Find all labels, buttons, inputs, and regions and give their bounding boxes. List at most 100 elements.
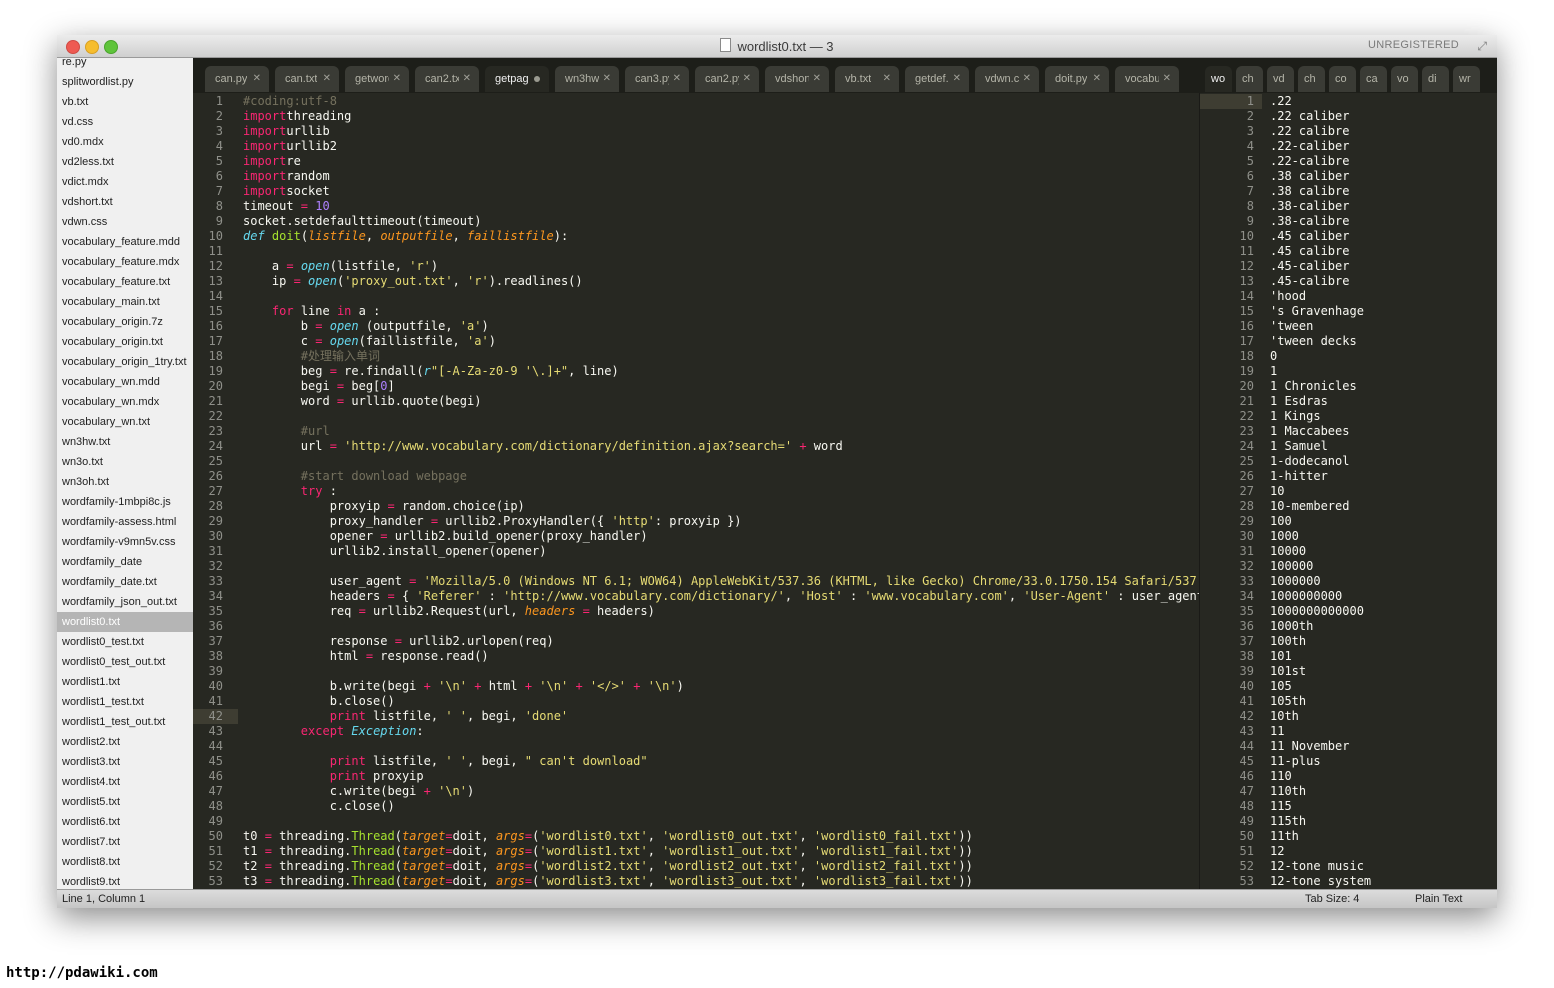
syntax-selector[interactable]: Plain Text	[1415, 890, 1463, 908]
close-tab-icon[interactable]: ✕	[883, 66, 891, 92]
right-pane-tab[interactable]: vd	[1267, 66, 1294, 92]
line-number: 37	[1239, 634, 1254, 648]
sidebar-file-item[interactable]: wordfamily_date.txt	[57, 572, 193, 592]
sidebar-file-item[interactable]: splitwordlist.py	[57, 72, 193, 92]
sidebar-file-item[interactable]: wordfamily_json_out.txt	[57, 592, 193, 612]
editor-tab[interactable]: vocabulary.txt ✕	[1115, 66, 1179, 92]
right-pane-tab[interactable]: vo	[1391, 66, 1418, 92]
wordlist-editor-pane[interactable]: 1.22 2.22 caliber 3.22 calibre 4.22-caliber…	[1200, 93, 1497, 889]
keyword-token: =	[300, 199, 309, 213]
editor-tab[interactable]: can2.txt ✕	[415, 66, 479, 92]
sidebar-file-item[interactable]: vdict.mdx	[57, 172, 193, 192]
sidebar-file-item[interactable]: vd2less.txt	[57, 152, 193, 172]
right-pane-tab[interactable]: wr	[1453, 66, 1480, 92]
sidebar-file-item[interactable]: vb.txt	[57, 92, 193, 112]
builtin-token: open	[329, 334, 359, 348]
sidebar-file-item[interactable]: wordlist0_test.txt	[57, 632, 193, 652]
sidebar-file-item[interactable]: vocabulary_main.txt	[57, 292, 193, 312]
sidebar-file-item[interactable]: vocabulary_origin.7z	[57, 312, 193, 332]
keyword-token: =	[524, 859, 533, 873]
line-number: 23	[208, 424, 223, 438]
line-number: 38	[1239, 649, 1254, 663]
close-tab-icon[interactable]: ✕	[1023, 66, 1031, 92]
sidebar-file-item[interactable]: wordlist9.txt	[57, 872, 193, 889]
line-number: 17	[208, 334, 223, 348]
sidebar-file-item[interactable]: vocabulary_origin.txt	[57, 332, 193, 352]
sidebar-file-item[interactable]: wordlist5.txt	[57, 792, 193, 812]
sidebar-file-item[interactable]: vocabulary_wn.txt	[57, 412, 193, 432]
close-tab-icon[interactable]: ✕	[673, 66, 681, 92]
keyword-token: =	[329, 439, 337, 453]
wordlist-text: .22-calibre	[1270, 154, 1350, 168]
wordlist-text: 1 Maccabees	[1270, 424, 1350, 438]
editor-tab[interactable]: can3.py ✕	[625, 66, 689, 92]
sidebar-file-item[interactable]: vocabulary_wn.mdd	[57, 372, 193, 392]
sidebar-file-item[interactable]: wordfamily_date	[57, 552, 193, 572]
wordlist-text: .22	[1270, 94, 1292, 108]
close-tab-icon[interactable]: ✕	[1093, 66, 1101, 92]
sidebar-file-item[interactable]: wordfamily-v9mn5v.css	[57, 532, 193, 552]
editor-tab[interactable]: getdef.py ✕	[905, 66, 969, 92]
editor-tab[interactable]: vb.txt ✕	[835, 66, 899, 92]
sidebar-file-item[interactable]: wordlist4.txt	[57, 772, 193, 792]
code-line: 40 b.write(begi + '\n' + html + '\n' + '…	[193, 679, 1199, 694]
sidebar-file-item[interactable]: wn3o.txt	[57, 452, 193, 472]
sidebar-file-item[interactable]: wordlist3.txt	[57, 752, 193, 772]
right-pane-tab[interactable]: wo	[1205, 66, 1232, 92]
sidebar-file-item[interactable]: wn3hw.txt	[57, 432, 193, 452]
code-editor-pane[interactable]: 1 #coding:utf-8 2 importthreading 3 importurl…	[193, 93, 1199, 889]
editor-tab[interactable]: can2.py ✕	[695, 66, 759, 92]
wordlist-line: 42 10th	[1200, 709, 1497, 724]
plain-token: ,	[799, 859, 814, 873]
close-tab-icon[interactable]: ✕	[743, 66, 751, 92]
right-pane-tab[interactable]: ca	[1360, 66, 1387, 92]
close-tab-icon[interactable]: ✕	[603, 66, 611, 92]
editor-tab[interactable]: getword.py ✕	[345, 66, 409, 92]
right-pane-tab[interactable]: ch	[1298, 66, 1325, 92]
sidebar-file-item[interactable]: wordlist0_test_out.txt	[57, 652, 193, 672]
sidebar-file-item[interactable]: wordlist8.txt	[57, 852, 193, 872]
sidebar-file-item[interactable]: wn3oh.txt	[57, 472, 193, 492]
sidebar-file-item[interactable]: wordlist1.txt	[57, 672, 193, 692]
tab-size-selector[interactable]: Tab Size: 4	[1305, 890, 1359, 908]
sidebar-file-item[interactable]: vdwn.css	[57, 212, 193, 232]
plain-token: (	[394, 874, 402, 888]
code-line: 53 t3 = threading.Thread(target=doit, arg…	[193, 874, 1199, 889]
close-tab-icon[interactable]: ✕	[1163, 66, 1171, 92]
close-tab-icon[interactable]: ✕	[463, 66, 471, 92]
sidebar-file-item[interactable]: wordfamily-assess.html	[57, 512, 193, 532]
right-pane-tab[interactable]: co	[1329, 66, 1356, 92]
editor-tab[interactable]: vdshort.txt ✕	[765, 66, 829, 92]
sidebar-file-item[interactable]: vd0.mdx	[57, 132, 193, 152]
fullscreen-icon[interactable]: ⤢	[1477, 39, 1487, 54]
close-tab-icon[interactable]: ✕	[323, 66, 331, 92]
sidebar-file-item[interactable]: wordlist7.txt	[57, 832, 193, 852]
sidebar-file-item[interactable]: vocabulary_wn.mdx	[57, 392, 193, 412]
sidebar-file-item[interactable]: vd.css	[57, 112, 193, 132]
close-tab-icon[interactable]: ✕	[253, 66, 261, 92]
sidebar-file-item[interactable]: wordlist6.txt	[57, 812, 193, 832]
sidebar-file-item[interactable]: re.py	[57, 58, 193, 72]
editor-tab[interactable]: can.txt ✕	[275, 66, 339, 92]
sidebar-file-item[interactable]: wordfamily-1mbpi8c.js	[57, 492, 193, 512]
close-tab-icon[interactable]: ✕	[393, 66, 401, 92]
editor-tab[interactable]: getpage.py	[485, 66, 549, 92]
sidebar-file-item[interactable]: vocabulary_feature.txt	[57, 272, 193, 292]
sidebar-file-item[interactable]: vdshort.txt	[57, 192, 193, 212]
sidebar-file-item[interactable]: wordlist2.txt	[57, 732, 193, 752]
right-pane-tab[interactable]: ch	[1236, 66, 1263, 92]
sidebar-file-item[interactable]: wordlist1_test.txt	[57, 692, 193, 712]
editor-tab[interactable]: wn3hw.txt ✕	[555, 66, 619, 92]
sidebar-file-item[interactable]: vocabulary_feature.mdd	[57, 232, 193, 252]
sidebar-file-item[interactable]: vocabulary_feature.mdx	[57, 252, 193, 272]
editor-tab[interactable]: doit.py ✕	[1045, 66, 1109, 92]
sidebar-file-item[interactable]: vocabulary_origin_1try.txt	[57, 352, 193, 372]
right-pane-tab[interactable]: di	[1422, 66, 1449, 92]
string-token: 'a'	[467, 334, 489, 348]
sidebar-file-item[interactable]: wordlist1_test_out.txt	[57, 712, 193, 732]
close-tab-icon[interactable]: ✕	[953, 66, 961, 92]
editor-tab[interactable]: vdwn.css ✕	[975, 66, 1039, 92]
editor-tab[interactable]: can.py ✕	[205, 66, 269, 92]
sidebar-file-item[interactable]: wordlist0.txt	[57, 612, 193, 632]
close-tab-icon[interactable]: ✕	[813, 66, 821, 92]
